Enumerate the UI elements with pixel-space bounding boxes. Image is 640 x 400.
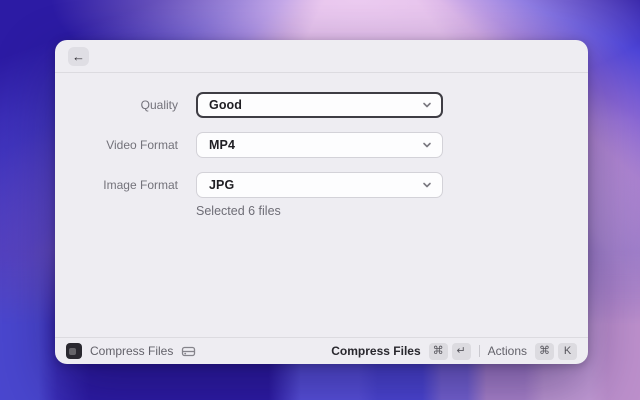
chevron-down-icon <box>422 180 432 190</box>
selected-files-status: Selected 6 files <box>196 204 281 218</box>
command-key-icon: ⌘ <box>429 343 448 360</box>
video-format-label: Video Format <box>55 138 178 152</box>
footer-actions: Compress Files ⌘ ↵ Actions ⌘ K <box>331 343 577 360</box>
form-row-video-format: Video Format MP4 <box>55 132 588 158</box>
chevron-down-icon <box>422 140 432 150</box>
image-format-select[interactable]: JPG <box>196 172 443 198</box>
window-footer: Compress Files Compress Files ⌘ ↵ Action… <box>55 337 588 364</box>
quality-value: Good <box>209 98 422 112</box>
window-header: ← <box>55 40 588 73</box>
footer-app-info: Compress Files <box>66 343 196 359</box>
chevron-down-icon <box>422 100 432 110</box>
form-row-quality: Quality Good <box>55 92 588 118</box>
k-key-icon: K <box>558 343 577 360</box>
form-row-image-format: Image Format JPG <box>55 172 588 198</box>
image-format-label: Image Format <box>55 178 178 192</box>
image-format-value: JPG <box>209 178 422 192</box>
footer-app-name: Compress Files <box>90 344 173 358</box>
footer-separator <box>479 345 480 357</box>
actions-menu-label: Actions <box>488 344 527 358</box>
hard-drive-icon <box>181 344 196 359</box>
back-arrow-icon: ← <box>72 50 85 63</box>
return-key-icon: ↵ <box>452 343 471 360</box>
video-format-value: MP4 <box>209 138 422 152</box>
video-format-select[interactable]: MP4 <box>196 132 443 158</box>
quality-label: Quality <box>55 98 178 112</box>
secondary-action-actions-menu[interactable]: Actions ⌘ K <box>488 343 577 360</box>
back-button[interactable]: ← <box>68 47 89 66</box>
primary-action-label: Compress Files <box>331 344 420 358</box>
compress-files-app-icon <box>66 343 82 359</box>
command-key-icon: ⌘ <box>535 343 554 360</box>
compress-files-window: ← Quality Good Video Format MP4 Image Fo <box>55 40 588 364</box>
primary-action-compress-files[interactable]: Compress Files ⌘ ↵ <box>331 343 470 360</box>
quality-select[interactable]: Good <box>196 92 443 118</box>
